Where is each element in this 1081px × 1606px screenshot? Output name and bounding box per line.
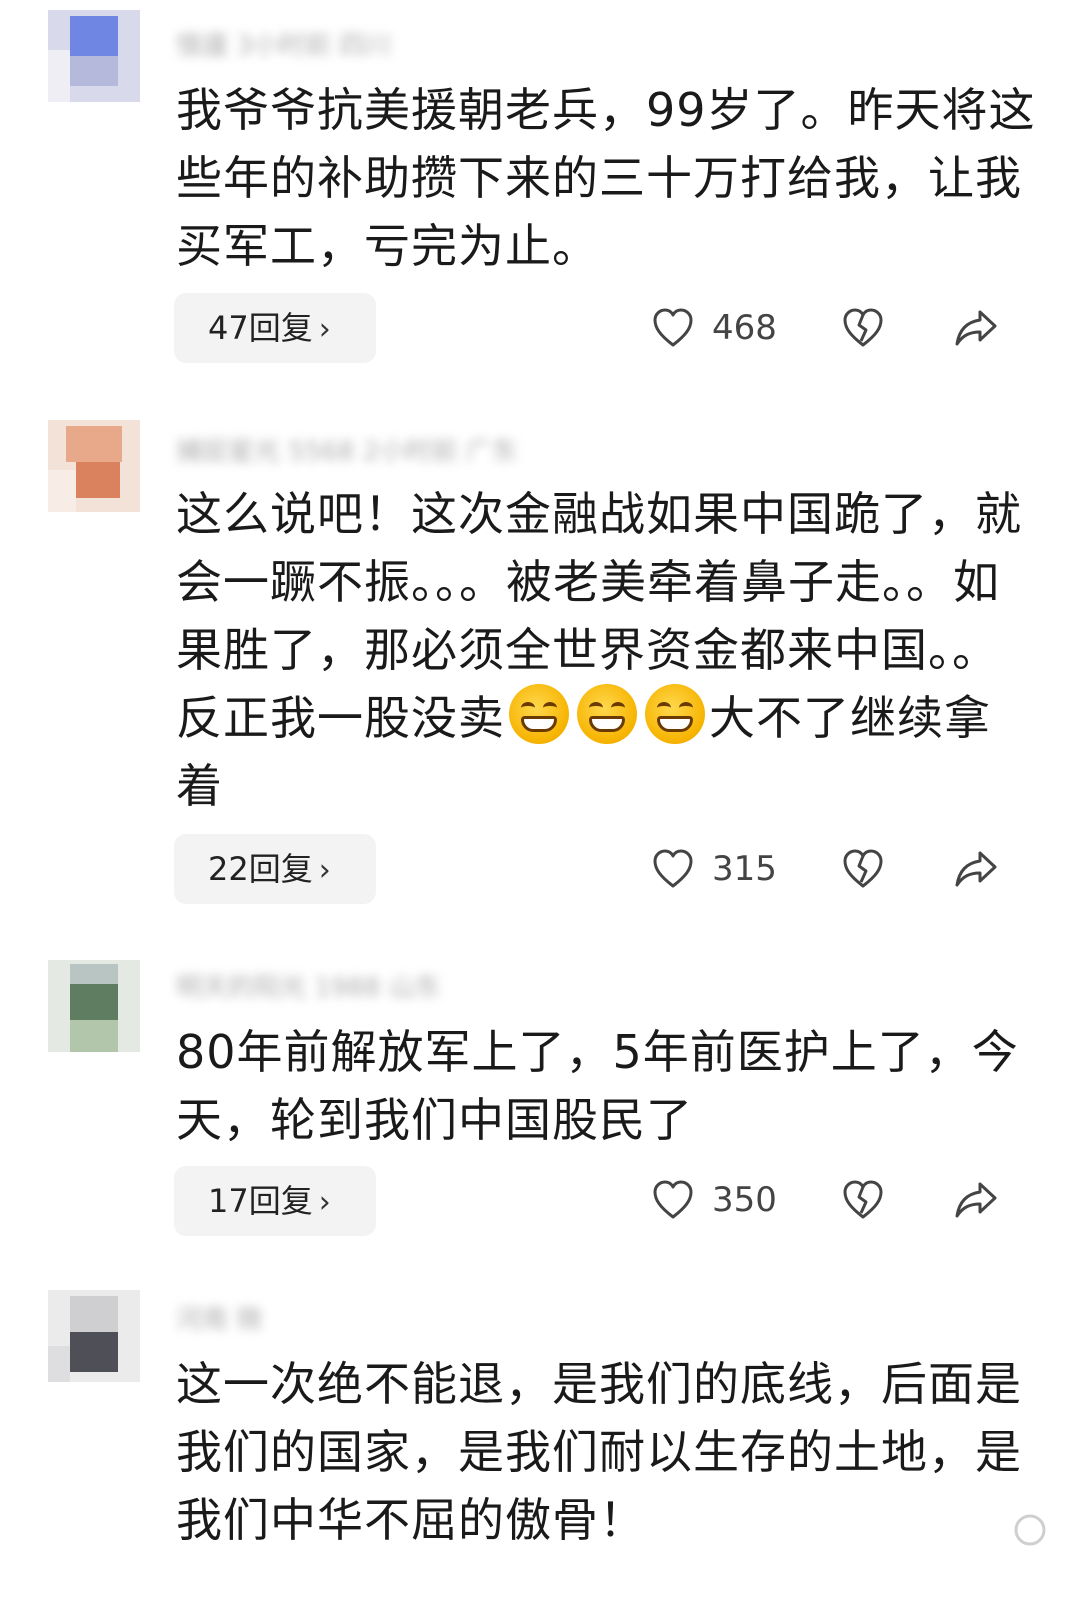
username[interactable]: 河南 微 <box>176 1298 736 1342</box>
comment-text: 这么说吧！这次金融战如果中国跪了，就会一蹶不振。。。被老美牵着鼻子走。。如果胜了… <box>176 480 1036 820</box>
reply-count-label: 22回复 <box>208 850 313 888</box>
reply-count-label: 47回复 <box>208 309 313 347</box>
view-replies-button[interactable]: 17回复 › <box>174 1166 376 1236</box>
grinning-face-icon <box>577 684 637 744</box>
chevron-right-icon: › <box>318 312 331 347</box>
like-count: 468 <box>712 308 777 348</box>
grinning-face-icon <box>509 684 569 744</box>
like-button[interactable]: 468 <box>652 298 777 358</box>
comment-text: 这一次绝不能退，是我们的底线，后面是我们的国家，是我们耐以生存的土地，是我们中华… <box>176 1357 1022 1547</box>
like-count: 315 <box>712 849 777 889</box>
reply-count-label: 17回复 <box>208 1182 313 1220</box>
dislike-button[interactable] <box>842 839 884 899</box>
username[interactable]: 捕捉星光 5568 2小时前 广东 <box>176 430 736 474</box>
comment-text: 80年前解放军上了，5年前医护上了，今天，轮到我们中国股民了 <box>176 1025 1019 1147</box>
dislike-button[interactable] <box>842 1170 884 1230</box>
share-button[interactable] <box>954 298 998 358</box>
avatar[interactable] <box>48 10 140 102</box>
dislike-button[interactable] <box>842 298 884 358</box>
broken-heart-icon <box>842 308 884 348</box>
broken-heart-icon <box>842 1180 884 1220</box>
share-arrow-icon <box>954 849 998 889</box>
view-replies-button[interactable]: 47回复 › <box>174 293 376 363</box>
username[interactable]: 憶廬 3小时前 四川 <box>176 24 736 68</box>
share-arrow-icon <box>954 308 998 348</box>
share-button[interactable] <box>954 1170 998 1230</box>
chevron-right-icon: › <box>318 1185 331 1220</box>
grinning-face-icon <box>645 684 705 744</box>
avatar[interactable] <box>48 1290 140 1382</box>
like-button[interactable]: 315 <box>652 839 777 899</box>
share-button[interactable] <box>954 839 998 899</box>
broken-heart-icon <box>842 849 884 889</box>
heart-outline-icon <box>652 1180 694 1220</box>
chevron-right-icon: › <box>318 853 331 888</box>
like-count: 350 <box>712 1180 777 1220</box>
like-button[interactable]: 350 <box>652 1170 777 1230</box>
heart-outline-icon <box>652 308 694 348</box>
view-replies-button[interactable]: 22回复 › <box>174 834 376 904</box>
avatar[interactable] <box>48 960 140 1052</box>
watermark <box>1010 1510 1050 1550</box>
share-arrow-icon <box>954 1180 998 1220</box>
username[interactable]: 明天的阳光 1988 山东 <box>176 966 736 1010</box>
comment-text: 我爷爷抗美援朝老兵，99岁了。昨天将这些年的补助攒下来的三十万打给我，让我买军工… <box>176 83 1036 273</box>
heart-outline-icon <box>652 849 694 889</box>
avatar[interactable] <box>48 420 140 512</box>
